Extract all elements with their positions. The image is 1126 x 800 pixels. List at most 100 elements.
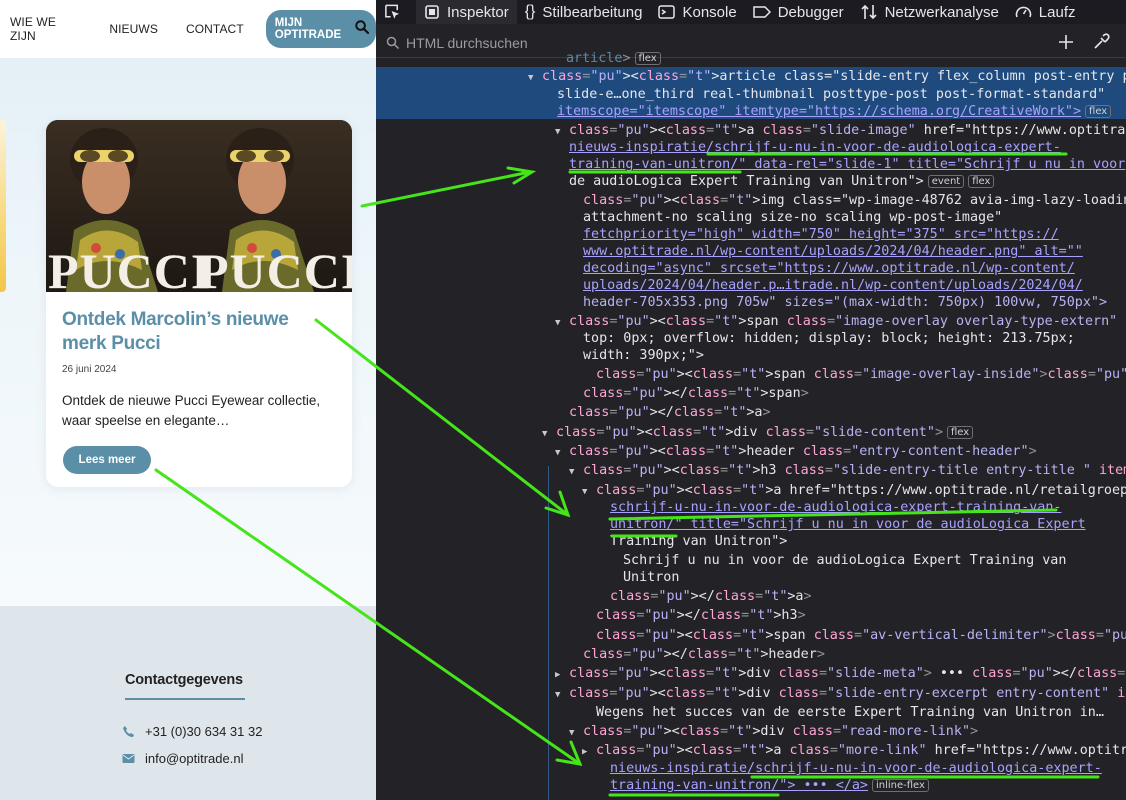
markup-line[interactable]: class="pu"></class="t">a> [610, 588, 812, 606]
devtools-panel: Inspektor {} Stilbearbeitung Konsole Deb… [376, 0, 1126, 800]
markup-line[interactable]: class="pu"><class="t">span class="image-… [596, 366, 1126, 384]
markup-line[interactable]: ▼ class="pu"><class="t">article class="sl… [528, 68, 1126, 86]
node-toggle-icon: ▼ [542, 429, 548, 439]
tab-inspektor[interactable]: Inspektor [416, 0, 517, 24]
node-toggle-icon: ▼ [555, 690, 561, 700]
markup-line[interactable]: header-705x353.png 705w" sizes="(max-wid… [583, 294, 1107, 312]
footer-email[interactable]: info@optitrade.nl [122, 751, 243, 766]
node-badge: inline-flex [871, 779, 929, 792]
markup-line[interactable]: ▶ class="pu"><class="t">div class="slide-… [555, 665, 1126, 683]
node-toggle-icon: ▶ [582, 747, 588, 757]
markup-line[interactable]: Unitron [623, 569, 679, 587]
search-icon [386, 36, 400, 49]
site-footer: Contactgegevens +31 (0)30 634 31 32 info… [0, 606, 376, 800]
eyedropper-icon[interactable] [1092, 33, 1110, 51]
footer-email-text: info@optitrade.nl [145, 751, 244, 766]
markup-line[interactable]: top: 0px; overflow: hidden; display: blo… [583, 330, 1075, 348]
markup-line[interactable]: ▼ class="pu"><class="t">a href="https://w… [582, 482, 1126, 500]
tab-laufzeit-label: Laufz [1038, 3, 1076, 21]
tab-netzwerkanalyse[interactable]: Netzwerkanalyse [852, 0, 1007, 24]
card-title[interactable]: Ontdek Marcolin’s nieuwe merk Pucci [62, 308, 332, 356]
markup-line[interactable]: class="pu"></class="t">span> [583, 385, 809, 403]
markup-line[interactable]: ▼ class="pu"><class="t">h3 class="slide-e… [569, 462, 1126, 480]
markup-line[interactable]: class="pu"><class="t">span class="av-ver… [596, 627, 1126, 645]
tab-debugger-label: Debugger [777, 3, 844, 21]
previous-card-edge [0, 120, 6, 292]
markup-line[interactable]: Wegens het succes van de eerste Expert T… [596, 704, 1104, 722]
markup-line[interactable]: de audioLogica Expert Training van Unitr… [569, 173, 995, 191]
markup-line[interactable]: ▼ class="pu"><class="t">span class="image… [555, 313, 1126, 331]
nav-link-nieuws[interactable]: NIEUWS [109, 22, 158, 36]
card-image[interactable]: PUCCI PUCCI [46, 120, 352, 292]
markup-line[interactable]: unitron/" title="Schrijf u nu in voor de… [610, 516, 1086, 534]
markup-line[interactable]: nieuws-inspiratie/schrijf-u-nu-in-voor-d… [610, 760, 1102, 778]
svg-text:PUCCI: PUCCI [48, 243, 211, 292]
network-icon [861, 4, 877, 20]
console-icon [658, 5, 676, 19]
markup-line[interactable]: nieuws-inspiratie/schrijf-u-nu-in-voor-d… [569, 139, 1061, 157]
markup-line[interactable]: class="pu"></class="t">a> [569, 404, 771, 422]
tab-laufzeit[interactable]: Laufz [1007, 0, 1084, 24]
website-preview: WIE WE ZIJN NIEUWS CONTACT MIJN OPTITRAD… [0, 0, 376, 800]
add-node-icon[interactable] [1058, 34, 1074, 50]
svg-text:PUCCI: PUCCI [198, 243, 352, 292]
markup-line[interactable]: www.optitrade.nl/wp-content/uploads/2024… [583, 243, 1083, 261]
element-picker-button[interactable] [376, 0, 416, 24]
inspector-icon [425, 5, 439, 19]
markup-line[interactable]: ▼ class="pu"><class="t">div class="slide-… [542, 424, 974, 442]
tab-konsole[interactable]: Konsole [650, 0, 744, 24]
markup-line[interactable]: ▼ class="pu"><class="t">header class="ent… [555, 443, 1037, 461]
node-badge: flex [968, 175, 995, 188]
devtools-toolbar: Inspektor {} Stilbearbeitung Konsole Deb… [376, 0, 1126, 24]
node-toggle-icon: ▼ [528, 73, 534, 83]
markup-line[interactable]: width: 390px;"> [583, 347, 704, 365]
markup-line[interactable]: training-van-unitron/"> ••• </a> inline-f… [610, 777, 929, 795]
node-badge: event [927, 175, 965, 188]
node-badge: flex [1085, 105, 1112, 118]
footer-phone[interactable]: +31 (0)30 634 31 32 [122, 724, 262, 739]
markup-line[interactable]: class="pu"></class="t">header> [583, 646, 825, 664]
read-more-button[interactable]: Lees meer [63, 446, 151, 474]
markup-line[interactable]: decoding="async" srcset="https://www.opt… [583, 260, 1075, 278]
element-picker-icon [385, 4, 400, 19]
markup-line[interactable]: ▶ class="pu"><class="t">a class="more-lin… [582, 742, 1126, 760]
markup-line[interactable]: slide-e…one_third real-thumbnail posttyp… [557, 86, 1105, 104]
markup-line[interactable]: ▼ class="pu"><class="t">a class="slide-im… [555, 122, 1126, 140]
card-date: 26 juni 2024 [62, 364, 117, 375]
node-badge: flex [634, 52, 661, 65]
markup-line[interactable]: fetchpriority="high" width="750" height=… [583, 226, 1059, 244]
nav-link-contact[interactable]: CONTACT [186, 22, 244, 36]
markup-tree: article> flex ▼ class="pu"><class="t">artic… [376, 50, 1126, 800]
markup-line[interactable]: ▼ class="pu"><class="t">div class="slide-… [555, 685, 1126, 703]
markup-line[interactable]: training-van-unitron/" data-rel="slide-1… [569, 156, 1125, 174]
phone-icon [123, 726, 134, 737]
nav-link-wie-we-zijn[interactable]: WIE WE ZIJN [10, 15, 81, 43]
html-search-input[interactable]: HTML durchsuchen [406, 35, 528, 51]
markup-line[interactable]: Schrijf u nu in voor de audioLogica Expe… [623, 552, 1066, 570]
node-toggle-icon: ▼ [555, 448, 561, 458]
performance-icon [1015, 6, 1032, 18]
markup-line[interactable]: uploads/2024/04/header.p…itrade.nl/wp-co… [583, 277, 1083, 295]
node-toggle-icon: ▼ [569, 467, 575, 477]
node-toggle-icon: ▼ [582, 487, 588, 497]
search-icon[interactable] [355, 20, 369, 34]
node-toggle-icon: ▼ [555, 318, 561, 328]
tab-netzwerkanalyse-label: Netzwerkanalyse [884, 3, 999, 21]
markup-line[interactable]: ▼ class="pu"><class="t">div class="read-m… [569, 723, 978, 741]
debugger-icon [752, 6, 771, 18]
tab-konsole-label: Konsole [682, 3, 737, 21]
footer-heading: Contactgegevens [125, 672, 243, 688]
markup-line[interactable]: attachment-no scaling size-no scaling wp… [583, 209, 1002, 227]
markup-line[interactable]: itemscope="itemscope" itemtype="https://… [557, 103, 1112, 121]
tab-debugger[interactable]: Debugger [745, 0, 852, 24]
markup-line[interactable]: Training van Unitron"> [610, 533, 787, 551]
markup-line[interactable]: class="pu"><class="t">img class="wp-imag… [583, 192, 1126, 210]
envelope-icon [122, 754, 135, 763]
node-toggle-icon: ▼ [555, 127, 561, 137]
markup-line[interactable]: class="pu"></class="t">h3> [596, 607, 806, 625]
news-card: PUCCI PUCCI Ontdek Marcolin’s nieuwe mer… [46, 120, 352, 487]
node-badge: flex [947, 426, 974, 439]
markup-line[interactable]: schrijf-u-nu-in-voor-de-audiologica-expe… [610, 499, 1061, 517]
tab-stilbearbeitung[interactable]: {} Stilbearbeitung [517, 0, 651, 24]
markup-line[interactable]: article> flex [566, 50, 661, 68]
